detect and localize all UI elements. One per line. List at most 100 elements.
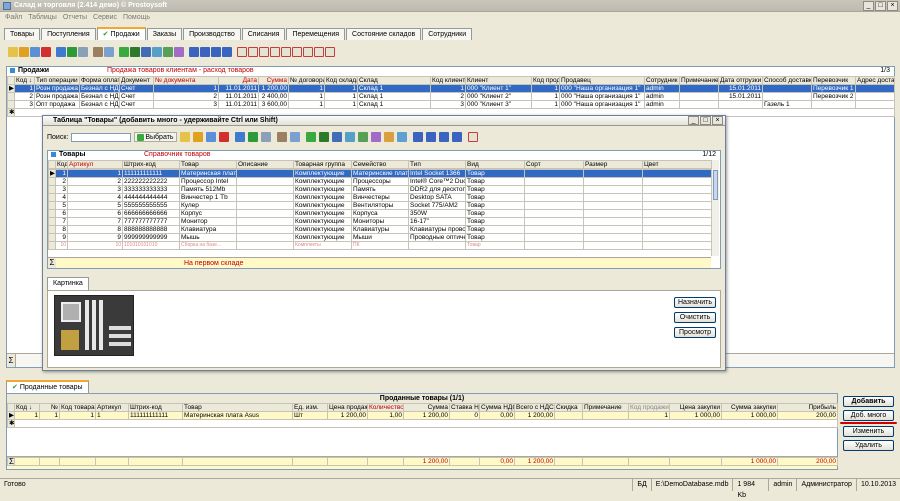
new-row-cell[interactable]: [14, 419, 838, 428]
table-cell[interactable]: Товар: [465, 185, 525, 194]
table-cell[interactable]: 200,00: [777, 411, 838, 420]
doc-invoice-icon[interactable]: [237, 47, 247, 57]
table-cell[interactable]: [642, 217, 712, 226]
delete-button[interactable]: Удалить: [843, 440, 894, 451]
col-header[interactable]: Сумма НДС: [479, 403, 515, 412]
new-icon[interactable]: [179, 132, 190, 142]
table-cell[interactable]: Товар: [465, 177, 525, 186]
dialog-minimize-icon[interactable]: _: [688, 116, 699, 125]
maximize-icon[interactable]: □: [875, 1, 886, 11]
col-header[interactable]: Примечание: [582, 403, 629, 412]
table-cell[interactable]: [524, 177, 584, 186]
table-cell[interactable]: Счет: [119, 84, 154, 93]
table-cell[interactable]: [236, 241, 294, 250]
table-row[interactable]: 6 6 666666666666 Корпус Комплектующие Корпуса…: [48, 209, 712, 218]
edit-icon[interactable]: [192, 132, 203, 142]
table-cell[interactable]: 1: [67, 169, 123, 178]
table-cell[interactable]: Винчестер 1 Tb: [179, 193, 237, 202]
clear-picture-button[interactable]: Очистить: [674, 312, 716, 323]
table-cell[interactable]: [236, 209, 294, 218]
table-cell[interactable]: [642, 209, 712, 218]
table-cell[interactable]: DDR2 для десктоп: [408, 185, 466, 194]
table-cell[interactable]: Шт: [292, 411, 328, 420]
table-cell[interactable]: 1: [14, 84, 35, 93]
preview-icon[interactable]: [104, 47, 114, 57]
word-icon[interactable]: [141, 47, 151, 57]
table-cell[interactable]: [583, 169, 643, 178]
table-cell[interactable]: 1: [430, 84, 466, 93]
table-row[interactable]: ▶ 1 Розн продажа Безнал с НДС Счет 1 11.…: [7, 84, 895, 93]
col-header[interactable]: Продавец: [559, 76, 645, 85]
table-cell[interactable]: Клавиатура: [179, 225, 237, 234]
table-cell[interactable]: 1: [531, 100, 560, 109]
table-cell[interactable]: Комплектующие: [293, 209, 352, 218]
table-cell[interactable]: Мониторы: [351, 217, 409, 226]
table-row[interactable]: ▶ 1 1 1 1 111111111111 Материнская плата…: [7, 411, 838, 420]
table-cell[interactable]: 1: [288, 100, 325, 109]
edit-icon[interactable]: [19, 47, 29, 57]
table-cell[interactable]: 9: [67, 233, 123, 242]
table-cell[interactable]: [642, 201, 712, 210]
table-cell[interactable]: Склад 1: [357, 92, 431, 101]
table-cell[interactable]: 101010101010: [122, 241, 180, 250]
table-cell[interactable]: 3: [430, 100, 466, 109]
table-cell[interactable]: 11.01.2011: [218, 84, 259, 93]
table-cell[interactable]: 10: [67, 241, 123, 250]
table-cell[interactable]: 000 "Клиент 2": [465, 92, 532, 101]
table-cell[interactable]: ПК: [351, 241, 409, 250]
excel-icon[interactable]: [130, 47, 140, 57]
table-cell[interactable]: Комплекты: [293, 241, 352, 250]
table-cell[interactable]: Кулер: [179, 201, 237, 210]
first-record-icon[interactable]: [189, 47, 199, 57]
table-cell[interactable]: [679, 100, 719, 109]
sort-icon[interactable]: [247, 132, 258, 142]
table-cell[interactable]: 3: [67, 185, 123, 194]
table-cell[interactable]: [236, 233, 294, 242]
table-cell[interactable]: 1: [324, 84, 358, 93]
table-cell[interactable]: 1: [531, 84, 560, 93]
table-cell[interactable]: [642, 225, 712, 234]
print-icon[interactable]: [93, 47, 103, 57]
doc-torg12-icon[interactable]: [281, 47, 291, 57]
new-row[interactable]: ✱: [7, 419, 838, 428]
first-record-icon[interactable]: [412, 132, 423, 142]
table-cell[interactable]: [718, 100, 763, 109]
add-many-button[interactable]: Доб. много: [843, 410, 894, 421]
table-cell[interactable]: Комплектующие: [293, 169, 352, 178]
table-cell[interactable]: 111111111111: [122, 169, 180, 178]
table-cell[interactable]: Товар: [465, 201, 525, 210]
table-cell[interactable]: 1 000,00: [721, 411, 778, 420]
col-header[interactable]: Код продавца: [531, 76, 560, 85]
choose-button[interactable]: Выбрать: [134, 132, 177, 142]
table-cell[interactable]: Проводные оптиче: [408, 233, 466, 242]
table-cell[interactable]: Корпус: [179, 209, 237, 218]
word-icon[interactable]: [331, 132, 342, 142]
table-cell[interactable]: [642, 185, 712, 194]
col-header[interactable]: Тип операции: [34, 76, 80, 85]
col-header[interactable]: Артикул: [95, 403, 129, 412]
table-cell[interactable]: 1: [95, 411, 129, 420]
col-header[interactable]: Сумма: [403, 403, 450, 412]
col-header[interactable]: Код ↓: [55, 160, 68, 169]
table-cell[interactable]: Socket 775/AM2: [408, 201, 466, 210]
table-cell[interactable]: admin: [644, 84, 680, 93]
col-header[interactable]: Цена закупки: [669, 403, 722, 412]
calc-icon[interactable]: [152, 47, 162, 57]
table-row[interactable]: 2 2 222222222222 Процессор Intel Комплектующ…: [48, 177, 712, 186]
refresh-icon[interactable]: [305, 132, 316, 142]
col-header[interactable]: № документа: [153, 76, 219, 85]
doc-sf-icon[interactable]: [292, 47, 302, 57]
col-header[interactable]: Код клиента: [430, 76, 466, 85]
report-icon[interactable]: [174, 47, 184, 57]
table-cell[interactable]: admin: [644, 100, 680, 109]
table-cell[interactable]: Безнал с НДС: [79, 84, 120, 93]
table-cell[interactable]: 11.01.2011: [218, 92, 259, 101]
col-header[interactable]: Перевозчик: [811, 76, 856, 85]
calc-icon[interactable]: [344, 132, 355, 142]
table-cell[interactable]: [524, 185, 584, 194]
table-row[interactable]: 2 Розн продажа Безнал с НДС Счет 2 11.01…: [7, 92, 895, 101]
table-cell[interactable]: Процессор Intel: [179, 177, 237, 186]
table-row[interactable]: 3 Опт продажа Безнал с НДС Счет 3 11.01.…: [7, 100, 895, 109]
table-cell[interactable]: 0,00: [479, 411, 515, 420]
table-cell[interactable]: Товар: [465, 193, 525, 202]
